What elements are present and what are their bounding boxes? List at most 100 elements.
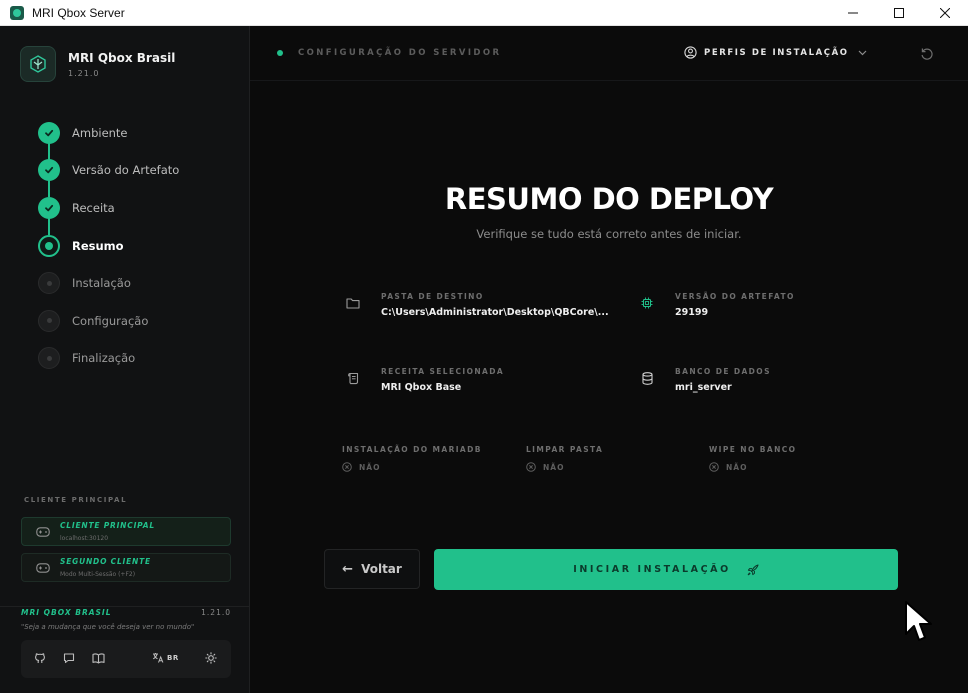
- main-content: CONFIGURAÇÃO DO SERVIDOR PERFIS DE INSTA…: [250, 26, 968, 693]
- clients-section-title: CLIENTE PRINCIPAL: [24, 496, 128, 504]
- window-title-bar: MRI Qbox Server: [0, 0, 968, 26]
- check-icon: [38, 159, 60, 182]
- minimize-icon: [848, 12, 858, 14]
- profiles-label: PERFIS DE INSTALAÇÃO: [704, 47, 849, 58]
- step-label: Versão do Artefato: [72, 163, 180, 178]
- user-circle-icon: [684, 46, 697, 59]
- language-switcher[interactable]: BR: [152, 652, 179, 663]
- database-info: BANCO DE DADOS mri_server: [634, 367, 771, 393]
- chat-icon[interactable]: [63, 652, 75, 664]
- client-subtitle: Modo Multi-Sessão (+F2): [60, 571, 136, 578]
- brand-version: 1.21.0: [68, 68, 100, 78]
- step-label: Configuração: [72, 313, 149, 328]
- option-mariadb: INSTALAÇÃO DO MARIADB NÃO: [342, 445, 482, 472]
- refresh-icon: [921, 48, 933, 60]
- folder-icon: [340, 297, 366, 309]
- profiles-dropdown[interactable]: PERFIS DE INSTALAÇÃO: [684, 46, 867, 59]
- option-label: INSTALAÇÃO DO MARIADB: [342, 445, 482, 454]
- gamepad-icon: [36, 562, 50, 573]
- book-icon[interactable]: [92, 652, 105, 664]
- recipe-info: RECEITA SELECIONADA MRI Qbox Base: [340, 367, 504, 393]
- artifact-label: VERSÃO DO ARTEFATO: [675, 292, 795, 301]
- database-value: mri_server: [675, 382, 732, 393]
- rocket-icon: [747, 563, 759, 576]
- footer-toolbar: BR: [21, 640, 231, 678]
- brand: MRI Qbox Brasil 1.21.0: [20, 46, 175, 82]
- client-card-secondary[interactable]: SEGUNDO CLIENTE Modo Multi-Sessão (+F2): [21, 553, 231, 582]
- close-button[interactable]: [922, 0, 968, 26]
- step-label: Resumo: [72, 238, 124, 253]
- destination-value: C:\Users\Administrator\Desktop\QBCore\..…: [381, 307, 609, 318]
- destination-info: PASTA DE DESTINO C:\Users\Administrator\…: [340, 292, 609, 318]
- top-bar-title: CONFIGURAÇÃO DO SERVIDOR: [298, 48, 502, 58]
- option-wipe-db: WIPE NO BANCO NÃO: [709, 445, 796, 472]
- step-finalizacao: Finalização: [38, 340, 179, 378]
- status-dot: [277, 50, 283, 56]
- step-instalacao: Instalação: [38, 264, 179, 302]
- step-label: Ambiente: [72, 125, 128, 140]
- chevron-down-icon: [858, 50, 867, 55]
- client-subtitle: localhost:30120: [60, 535, 109, 542]
- artifact-info: VERSÃO DO ARTEFATO 29199: [634, 292, 795, 318]
- top-bar: CONFIGURAÇÃO DO SERVIDOR PERFIS DE INSTA…: [250, 26, 968, 81]
- translate-icon: [152, 653, 164, 663]
- github-icon[interactable]: [34, 652, 46, 664]
- pending-step-icon: [38, 272, 60, 295]
- app-icon: [10, 5, 24, 20]
- database-label: BANCO DE DADOS: [675, 367, 771, 376]
- artifact-value: 29199: [675, 307, 709, 318]
- sidebar: MRI Qbox Brasil 1.21.0 Ambiente Versão d…: [0, 26, 250, 693]
- brand-logo-icon: [20, 46, 56, 82]
- recipe-value: MRI Qbox Base: [381, 382, 462, 393]
- back-button[interactable]: ← Voltar: [324, 549, 420, 589]
- check-icon: [38, 196, 60, 219]
- minimize-button[interactable]: [830, 0, 876, 26]
- x-circle-icon: [342, 462, 352, 472]
- footer-brand: MRI QBOX BRASIL: [21, 608, 112, 617]
- step-receita[interactable]: Receita: [38, 189, 179, 227]
- step-label: Instalação: [72, 276, 131, 291]
- database-icon: [634, 372, 660, 385]
- maximize-button[interactable]: [876, 0, 922, 26]
- step-ambiente[interactable]: Ambiente: [38, 114, 179, 152]
- option-value: NÃO: [359, 462, 381, 472]
- scroll-icon: [340, 372, 366, 385]
- back-button-label: Voltar: [361, 562, 402, 576]
- recipe-label: RECEITA SELECIONADA: [381, 367, 505, 376]
- option-value: NÃO: [726, 462, 748, 472]
- steps-list: Ambiente Versão do Artefato Receita Resu…: [38, 114, 179, 377]
- start-install-label: INICIAR INSTALAÇÃO: [573, 564, 731, 575]
- step-label: Receita: [72, 200, 115, 215]
- client-title: SEGUNDO CLIENTE: [60, 557, 151, 566]
- x-circle-icon: [526, 462, 536, 472]
- start-install-button[interactable]: INICIAR INSTALAÇÃO: [434, 549, 898, 590]
- summary-subtitle: Verifique se tudo está correto antes de …: [476, 227, 742, 241]
- option-clean-folder: LIMPAR PASTA NÃO: [526, 445, 603, 472]
- step-configuracao: Configuração: [38, 302, 179, 340]
- sun-icon[interactable]: [205, 652, 217, 664]
- x-circle-icon: [709, 462, 719, 472]
- pending-step-icon: [38, 347, 60, 370]
- step-resumo[interactable]: Resumo: [38, 227, 179, 265]
- close-icon: [940, 8, 950, 18]
- chip-icon: [634, 297, 660, 309]
- step-versao-artefato[interactable]: Versão do Artefato: [38, 152, 179, 190]
- footer-version: 1.21.0: [201, 608, 231, 617]
- footer-quote: "Seja a mudança que você deseja ver no m…: [21, 623, 195, 631]
- check-icon: [38, 121, 60, 144]
- step-label: Finalização: [72, 351, 136, 366]
- arrow-left-icon: ←: [342, 561, 354, 577]
- client-card-primary[interactable]: CLIENTE PRINCIPAL localhost:30120: [21, 517, 231, 546]
- window-title: MRI Qbox Server: [32, 5, 125, 20]
- destination-label: PASTA DE DESTINO: [381, 292, 484, 301]
- pending-step-icon: [38, 309, 60, 332]
- brand-name: MRI Qbox Brasil: [68, 50, 176, 65]
- mouse-cursor-icon: [904, 600, 934, 648]
- language-label: BR: [167, 653, 179, 662]
- summary-title: RESUMO DO DEPLOY: [444, 182, 774, 216]
- reset-button[interactable]: [920, 46, 934, 65]
- current-step-icon: [38, 234, 60, 257]
- option-label: WIPE NO BANCO: [709, 445, 797, 454]
- option-label: LIMPAR PASTA: [526, 445, 604, 454]
- footer-divider: [0, 606, 249, 607]
